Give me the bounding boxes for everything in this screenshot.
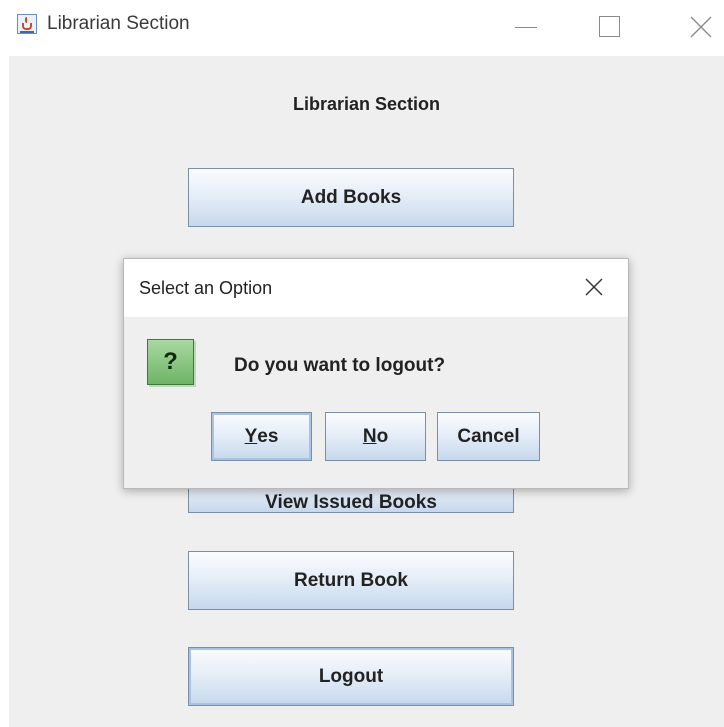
yes-mnemonic: Y — [244, 425, 258, 447]
logout-label: Logout — [318, 665, 384, 687]
close-icon — [585, 278, 603, 296]
dialog-message: Do you want to logout? — [234, 355, 446, 376]
add-books-label: Add Books — [300, 186, 402, 208]
maximize-icon — [599, 16, 620, 37]
window-titlebar: Librarian Section — [0, 0, 724, 56]
view-issued-books-label: View Issued Books — [265, 492, 437, 513]
maximize-button[interactable] — [588, 0, 644, 56]
return-book-button[interactable]: Return Book — [188, 551, 514, 610]
yes-button[interactable]: Yes — [211, 412, 312, 461]
no-label: o — [376, 425, 389, 447]
logout-confirm-dialog: Select an Option ? Do you want to logout… — [123, 258, 629, 489]
section-heading: Librarian Section — [292, 94, 441, 114]
dialog-close-button[interactable] — [582, 275, 606, 299]
close-button[interactable] — [668, 0, 724, 56]
dialog-titlebar: Select an Option — [124, 259, 628, 317]
question-icon: ? — [147, 339, 194, 385]
cancel-button[interactable]: Cancel — [437, 412, 540, 461]
close-icon — [690, 16, 712, 38]
window-title: Librarian Section — [47, 13, 190, 34]
java-cup-icon — [17, 14, 37, 34]
minimize-button[interactable] — [498, 0, 554, 56]
logout-button[interactable]: Logout — [188, 647, 514, 706]
return-book-label: Return Book — [294, 569, 408, 591]
cancel-label: Cancel — [457, 425, 520, 447]
add-books-button[interactable]: Add Books — [188, 168, 514, 227]
yes-label: es — [257, 425, 279, 447]
no-mnemonic: N — [362, 425, 377, 447]
minimize-icon — [515, 27, 537, 28]
dialog-title: Select an Option — [139, 278, 273, 298]
no-button[interactable]: No — [325, 412, 426, 461]
